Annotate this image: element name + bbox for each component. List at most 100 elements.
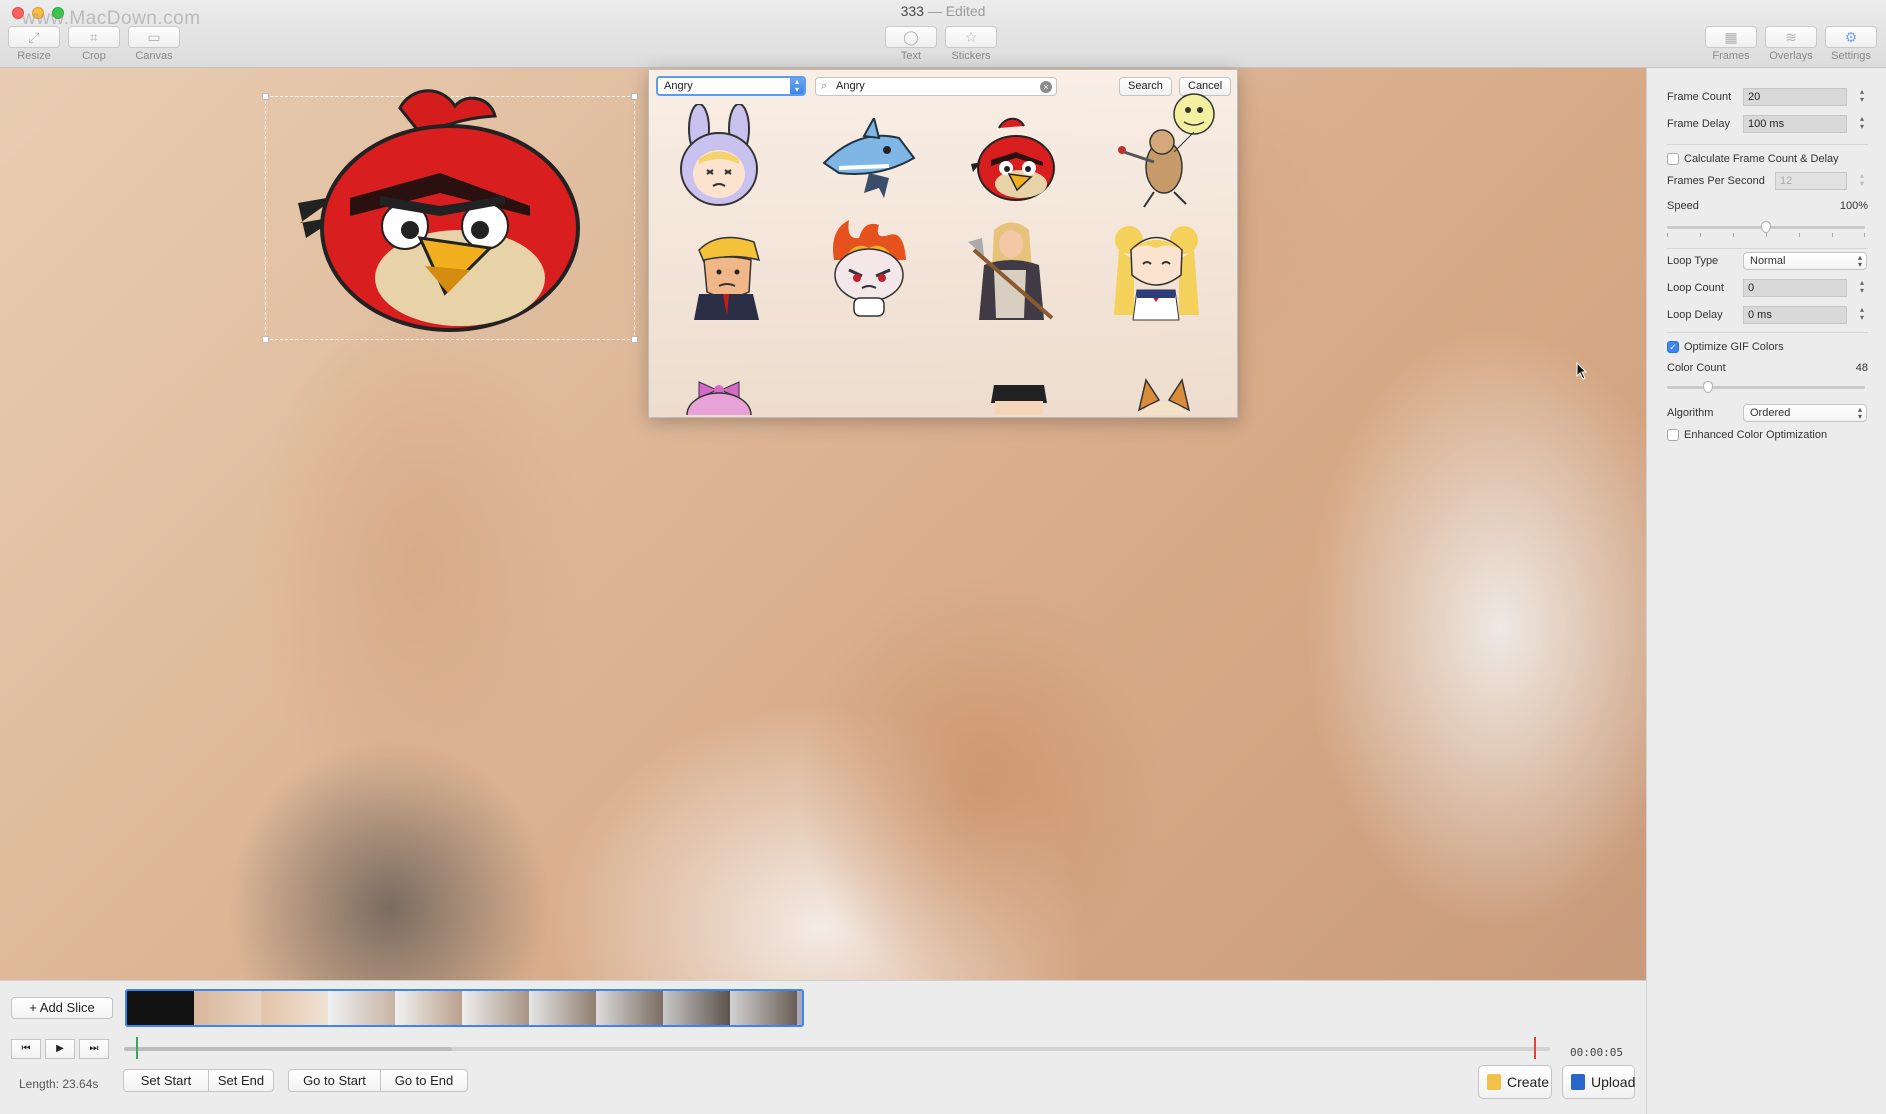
sticker-sailor-moon[interactable] — [1109, 220, 1204, 325]
loop-count-row: Loop Count 0 ▴ ▾ — [1667, 279, 1868, 299]
optimize-checkbox[interactable]: ✓ — [1667, 341, 1679, 353]
sticker-dancing-mouse[interactable] — [1114, 92, 1224, 212]
loop-delay-stepper[interactable]: ▴ ▾ — [1856, 306, 1868, 322]
speed-slider[interactable] — [1667, 220, 1865, 237]
resize-handle[interactable] — [631, 336, 638, 343]
resize-handle[interactable] — [262, 93, 269, 100]
sticker-black-hair-character[interactable] — [989, 375, 1049, 415]
slider-tick — [1832, 233, 1833, 237]
enhanced-checkbox[interactable] — [1667, 429, 1679, 441]
sticker-girl-with-axe[interactable] — [964, 220, 1059, 325]
crop-button[interactable]: ⌗ Crop — [67, 26, 121, 62]
filmstrip-frame[interactable] — [261, 991, 328, 1025]
end-marker[interactable] — [1534, 1037, 1536, 1059]
speed-label: Speed — [1667, 200, 1699, 212]
settings-label: Settings — [1831, 50, 1871, 62]
sticker-bunny-hood-girl[interactable] — [669, 104, 769, 214]
slider-tick — [1766, 233, 1767, 237]
resize-button[interactable]: ⤢ Resize — [7, 26, 61, 62]
sticker-trump-caricature[interactable] — [689, 230, 764, 320]
filmstrip-frame[interactable] — [194, 991, 261, 1025]
create-button[interactable]: Create — [1478, 1065, 1552, 1099]
loop-count-stepper[interactable]: ▴ ▾ — [1856, 279, 1868, 295]
fps-stepper[interactable]: ▴ ▾ — [1856, 172, 1868, 188]
canvas-button[interactable]: ▭ Canvas — [127, 26, 181, 62]
fps-field[interactable]: 12 — [1775, 172, 1847, 190]
stickers-button[interactable]: ☆ Stickers — [944, 26, 998, 62]
resize-handle[interactable] — [262, 336, 269, 343]
upload-button[interactable]: Upload — [1562, 1065, 1635, 1099]
loop-type-select[interactable]: Normal ▴ ▾ — [1743, 252, 1867, 270]
start-marker[interactable] — [136, 1037, 138, 1059]
set-start-button[interactable]: Set Start — [123, 1069, 209, 1092]
frame-delay-stepper[interactable]: ▴ ▾ — [1856, 115, 1868, 131]
frame-count-field[interactable]: 20 — [1743, 88, 1847, 106]
sticker-corgi-ears[interactable] — [1134, 375, 1194, 415]
color-count-slider[interactable] — [1667, 380, 1865, 394]
slider-knob[interactable] — [1702, 381, 1713, 393]
play-button[interactable]: ▶ — [45, 1039, 75, 1059]
resize-handle[interactable] — [631, 93, 638, 100]
calculate-checkbox[interactable] — [1667, 153, 1679, 165]
upload-label: Upload — [1591, 1074, 1636, 1090]
text-button[interactable]: ◯ Text — [884, 26, 938, 62]
go-to-start-button[interactable]: Go to Start — [288, 1069, 381, 1092]
length-label: Length: 23.64s — [19, 1077, 99, 1091]
canvas-label: Canvas — [135, 50, 173, 62]
speed-row: Speed 100% — [1667, 197, 1868, 217]
filmstrip-frame[interactable] — [529, 991, 596, 1025]
slider-track — [1667, 386, 1865, 389]
crop-label: Crop — [82, 50, 106, 62]
skip-back-button[interactable]: ⏮ — [11, 1039, 41, 1059]
skip-forward-icon: ⏭ — [89, 1043, 99, 1054]
frame-delay-row: Frame Delay 100 ms ▴ ▾ — [1667, 115, 1868, 135]
clear-search-icon[interactable]: × — [1040, 81, 1052, 93]
settings-button[interactable]: ⚙ Settings — [1824, 26, 1878, 62]
sticker-pink-bow-character[interactable] — [679, 370, 759, 415]
loop-delay-field[interactable]: 0 ms — [1743, 306, 1847, 324]
loop-delay-row: Loop Delay 0 ms ▴ ▾ — [1667, 306, 1868, 326]
fps-label: Frames Per Second — [1667, 175, 1765, 187]
slider-tick — [1667, 233, 1668, 237]
angry-bird-overlay[interactable] — [290, 88, 590, 338]
loop-count-field[interactable]: 0 — [1743, 279, 1847, 297]
filmstrip-frame[interactable] — [462, 991, 529, 1025]
set-end-button[interactable]: Set End — [208, 1069, 274, 1092]
sticker-flaming-devil[interactable] — [824, 220, 914, 325]
slider-knob[interactable] — [1761, 221, 1771, 233]
loop-type-row: Loop Type Normal ▴ ▾ — [1667, 252, 1868, 272]
filmstrip-frame[interactable] — [730, 991, 797, 1025]
category-select[interactable]: Angry ▴ ▾ — [656, 76, 806, 96]
filmstrip-frame[interactable] — [596, 991, 663, 1025]
time-readout: 00:00:05 — [1570, 1046, 1623, 1059]
optimize-row: ✓ Optimize GIF Colors — [1667, 338, 1868, 358]
filmstrip-frame[interactable] — [395, 991, 462, 1025]
algorithm-select[interactable]: Ordered ▴ ▾ — [1743, 404, 1867, 422]
frame-count-stepper[interactable]: ▴ ▾ — [1856, 88, 1868, 104]
optimize-label: Optimize GIF Colors — [1684, 341, 1784, 353]
frames-button[interactable]: ▦ Frames — [1704, 26, 1758, 62]
create-label: Create — [1507, 1074, 1550, 1090]
filmstrip-frame[interactable] — [663, 991, 730, 1025]
mouse-cursor-icon — [1576, 362, 1588, 380]
resize-icon: ⤢ — [8, 26, 60, 48]
sticker-angry-shark[interactable] — [819, 118, 919, 203]
chevron-updown-icon: ▴ ▾ — [790, 78, 804, 94]
enhanced-label: Enhanced Color Optimization — [1684, 429, 1828, 441]
filmstrip-frame[interactable] — [328, 991, 395, 1025]
go-to-end-button[interactable]: Go to End — [380, 1069, 468, 1092]
filmstrip-frame[interactable] — [127, 991, 194, 1025]
resize-label: Resize — [17, 50, 51, 62]
timeline-scrubber[interactable] — [124, 1037, 1550, 1059]
calculate-row: Calculate Frame Count & Delay — [1667, 150, 1868, 170]
sticker-search-input[interactable]: ⌕ Angry × — [815, 77, 1057, 96]
sticker-angry-bird[interactable] — [969, 116, 1059, 206]
frame-filmstrip[interactable] — [125, 989, 804, 1027]
sticker-picker-popover: Angry ▴ ▾ ⌕ Angry × Search Cancel — [648, 69, 1238, 418]
algorithm-label: Algorithm — [1667, 407, 1714, 419]
skip-forward-button[interactable]: ⏭ — [79, 1039, 109, 1059]
frame-delay-field[interactable]: 100 ms — [1743, 115, 1847, 133]
overlays-button[interactable]: ≋ Overlays — [1764, 26, 1818, 62]
add-slice-button[interactable]: + Add Slice — [11, 997, 113, 1019]
search-value: Angry — [836, 80, 865, 92]
